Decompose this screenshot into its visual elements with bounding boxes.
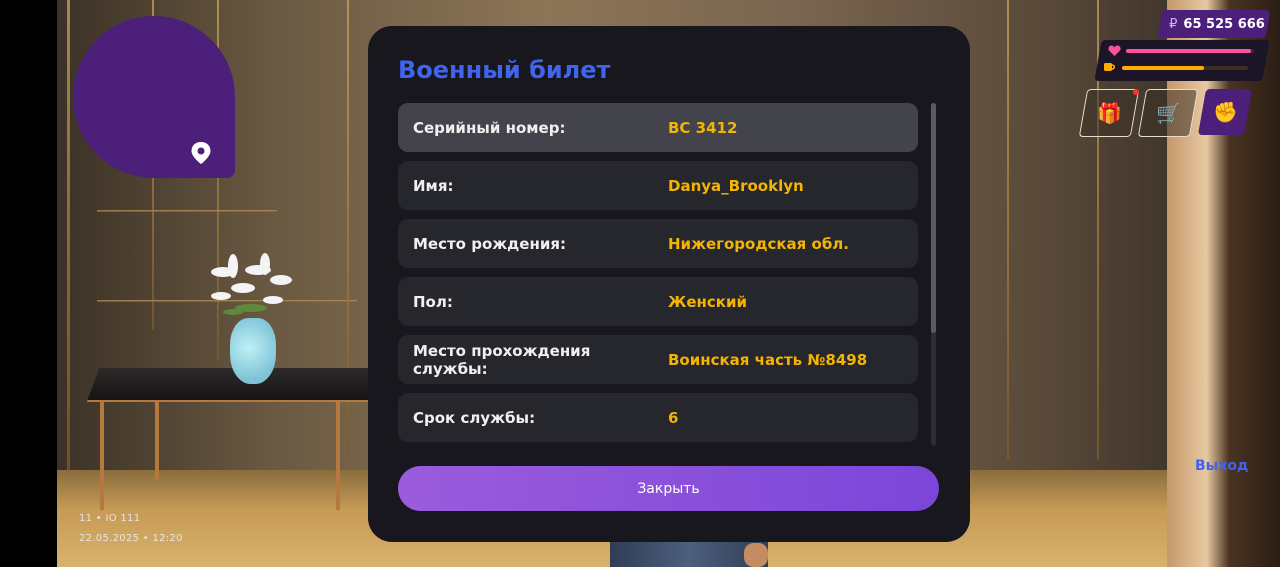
player-hand <box>744 543 768 567</box>
server-id: 11 • IO 111 <box>79 513 141 524</box>
row-value: 6 <box>668 408 679 427</box>
table-leg <box>155 400 159 480</box>
weapon-fist-button[interactable]: ✊ <box>1197 89 1253 135</box>
scrollbar-thumb[interactable] <box>931 103 936 333</box>
modal-title: Военный билет <box>398 56 611 84</box>
ruble-icon: ₽ <box>1169 16 1178 32</box>
row-label: Серийный номер: <box>413 118 566 137</box>
info-row-birthplace[interactable]: Место рождения: Нижегородская обл. <box>398 219 918 268</box>
location-pin-icon <box>191 142 211 164</box>
info-row-sex[interactable]: Пол: Женский <box>398 277 918 326</box>
info-row-service-place[interactable]: Место прохождения службы: Воинская часть… <box>398 335 918 384</box>
money-amount: 65 525 666 <box>1183 16 1265 32</box>
wall-trim <box>67 0 70 470</box>
gift-button[interactable]: 🎁 <box>1078 89 1140 137</box>
flowers <box>211 253 292 315</box>
vase <box>230 318 276 384</box>
close-button[interactable]: Закрыть <box>398 466 939 511</box>
row-value: ВС 3412 <box>668 118 738 137</box>
shop-button[interactable]: 🛒 <box>1137 89 1199 137</box>
wall-trim <box>1007 0 1009 460</box>
date-time: 22.05.2025 • 12:20 <box>79 533 183 544</box>
wall-trim <box>97 210 277 212</box>
row-value: Воинская часть №8498 <box>668 350 868 369</box>
gift-icon: 🎁 <box>1096 101 1122 125</box>
row-label: Пол: <box>413 292 453 311</box>
cup-icon <box>1104 63 1116 71</box>
row-value: Нижегородская обл. <box>668 234 849 253</box>
notification-dot <box>1133 89 1139 95</box>
table-leg <box>336 400 340 510</box>
row-label: Место прохождения службы: <box>413 341 591 378</box>
info-row-service-term[interactable]: Срок службы: 6 <box>398 393 918 442</box>
scrollbar[interactable] <box>931 103 936 446</box>
row-label: Имя: <box>413 176 454 195</box>
exit-button[interactable]: Выход <box>1195 458 1248 474</box>
info-list: Серийный номер: ВС 3412 Имя: Danya_Brook… <box>398 103 918 451</box>
money-display: ₽ 65 525 666 <box>1168 10 1266 38</box>
military-id-modal: Военный билет Серийный номер: ВС 3412 Им… <box>368 26 970 542</box>
row-label: Срок службы: <box>413 408 536 427</box>
doorway-wall <box>1167 0 1280 567</box>
health-bar <box>1126 49 1251 53</box>
cart-icon: 🛒 <box>1155 101 1181 125</box>
left-black-bar <box>0 0 57 567</box>
info-row-name[interactable]: Имя: Danya_Brooklyn <box>398 161 918 210</box>
row-value: Женский <box>668 292 747 311</box>
row-label: Место рождения: <box>413 234 566 253</box>
table-leg <box>100 400 104 510</box>
hunger-bar <box>1122 66 1204 70</box>
fist-icon: ✊ <box>1212 100 1238 124</box>
heart-icon <box>1108 45 1121 56</box>
info-row-serial[interactable]: Серийный номер: ВС 3412 <box>398 103 918 152</box>
row-value: Danya_Brooklyn <box>668 176 804 195</box>
